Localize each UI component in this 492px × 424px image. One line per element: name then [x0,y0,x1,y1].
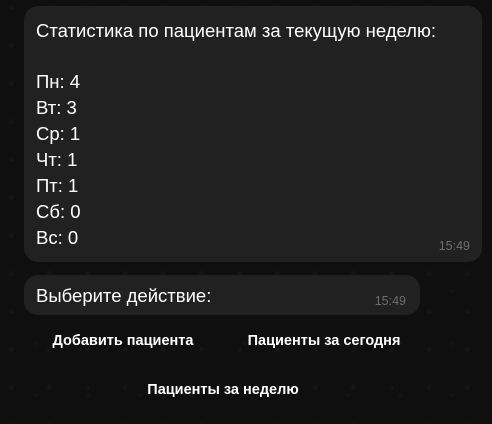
prompt-message-timestamp: 15:49 [374,294,406,308]
patients-today-button[interactable]: Пациенты за сегодня [226,321,422,361]
patients-week-button[interactable]: Пациенты за неделю [24,370,422,410]
stats-day-sun: Вс: 0 [36,227,79,248]
stats-message-title: Статистика по пациентам за текущую недел… [36,20,436,41]
stats-day-thu: Чт: 1 [36,149,78,170]
stats-day-mon: Пн: 4 [36,71,81,92]
add-patient-button[interactable]: Добавить пациента [24,321,222,361]
prompt-message-text: Выберите действие: [36,285,212,306]
stats-day-tue: Вт: 3 [36,97,77,118]
prompt-message-bubble: Выберите действие: 15:49 [24,275,420,315]
stats-day-list: Пн: 4 Вт: 3 Ср: 1 Чт: 1 Пт: 1 Сб: 0 Вс: … [36,69,81,251]
stats-day-sat: Сб: 0 [36,201,81,222]
stats-day-fri: Пт: 1 [36,175,79,196]
stats-message-timestamp: 15:49 [438,239,470,253]
stats-day-wed: Ср: 1 [36,123,81,144]
stats-message-bubble: Статистика по пациентам за текущую недел… [24,6,482,262]
